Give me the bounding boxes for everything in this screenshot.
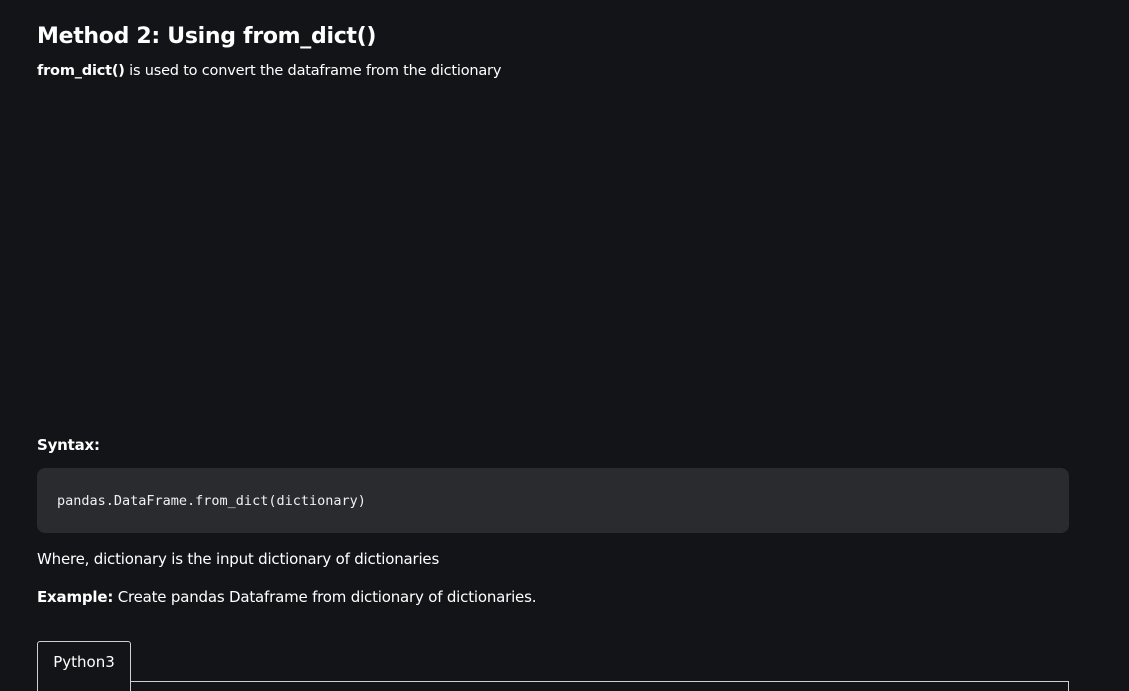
syntax-code-block: pandas.DataFrame.from_dict(dictionary) [37, 468, 1069, 533]
where-paragraph: Where, dictionary is the input dictionar… [37, 550, 440, 568]
tab-bar-line [130, 681, 1069, 682]
syntax-label: Syntax: [37, 436, 100, 454]
syntax-code-line: pandas.DataFrame.from_dict(dictionary) [57, 493, 366, 509]
article-content: Method 2: Using from_dict() from_dict() … [0, 0, 1129, 691]
section-heading: Method 2: Using from_dict() [37, 24, 377, 49]
example-label: Example: [37, 588, 114, 606]
intro-paragraph: from_dict() is used to convert the dataf… [37, 61, 501, 81]
blank-ad-space [37, 100, 1069, 420]
intro-term: from_dict() [37, 63, 125, 79]
example-paragraph: Example: Create pandas Dataframe from di… [37, 586, 536, 608]
code-language-tabs: Python3 [37, 641, 1069, 691]
example-text: Create pandas Dataframe from dictionary … [113, 588, 537, 606]
tab-python3[interactable]: Python3 [37, 641, 131, 691]
intro-text: is used to convert the dataframe from th… [124, 63, 502, 79]
code-area-border [1068, 681, 1069, 691]
